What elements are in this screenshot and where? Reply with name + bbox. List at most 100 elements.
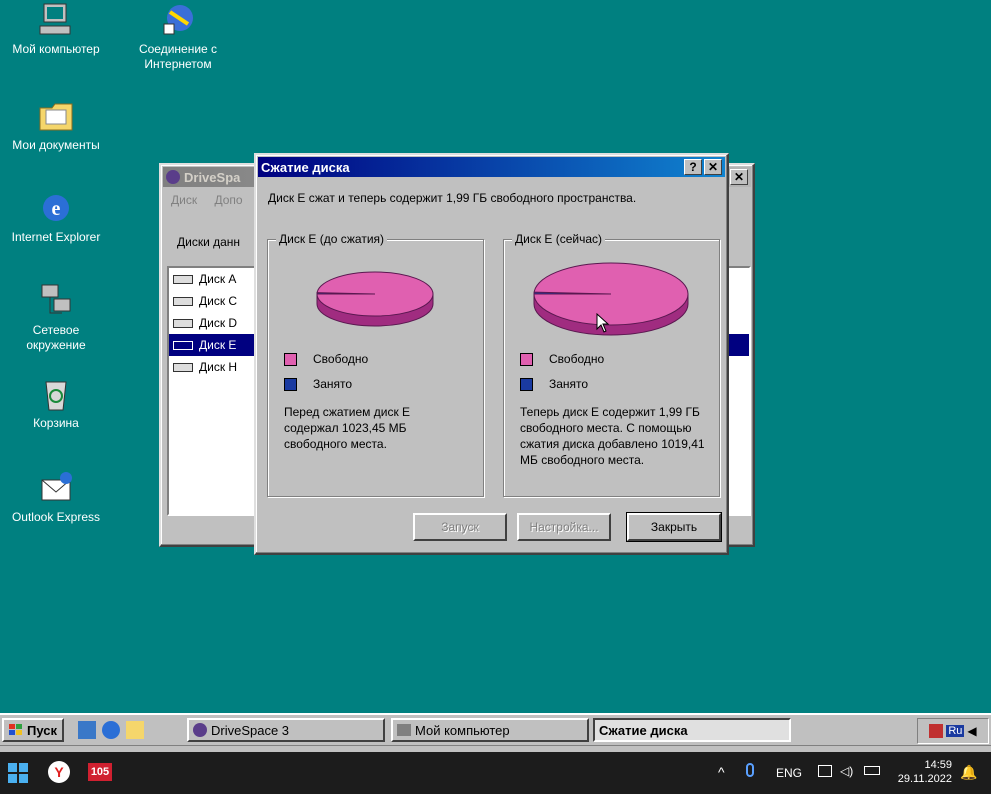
language-indicator[interactable]: Ru (946, 725, 965, 737)
desktop-icon-my-computer[interactable]: Мой компьютер (1, 2, 111, 57)
start-label: Пуск (27, 722, 57, 738)
clock-time: 14:59 (924, 759, 952, 771)
before-groupbox: Диск E (до сжатия) Свободно Занято Перед… (267, 232, 484, 497)
volume-icon[interactable]: ◀ (967, 724, 976, 738)
quick-launch (78, 721, 144, 739)
app-badge-icon[interactable]: 105 (88, 763, 112, 781)
dialog-titlebar[interactable]: Сжатие диска ? ✕ (258, 157, 725, 177)
menu-disk[interactable]: Диск (171, 193, 197, 207)
drivespace-app-icon (193, 723, 207, 737)
recycle-bin-icon (36, 376, 76, 412)
legend-free-label: Свободно (549, 352, 605, 366)
windows-start-icon[interactable] (8, 763, 28, 783)
legend-used-label: Занято (549, 377, 589, 391)
desktop-icon-label: Сетевое окружение (26, 323, 86, 352)
drive-icon (173, 362, 193, 372)
network-tray-icon[interactable] (929, 724, 944, 738)
battery-icon[interactable] (864, 766, 880, 775)
language-label[interactable]: ENG (776, 766, 802, 780)
compression-dialog: Сжатие диска ? ✕ Диск E сжат и теперь со… (254, 153, 729, 555)
host-taskbar: Y 105 ^ ENG ◁) 14:59 29.11.2022 🔔 (0, 752, 991, 794)
svg-text:e: e (52, 198, 61, 220)
internet-explorer-icon[interactable] (102, 721, 120, 739)
my-computer-icon (36, 2, 76, 38)
show-desktop-icon[interactable] (78, 721, 96, 739)
after-legend-used: Занято (520, 377, 588, 391)
after-groupbox: Диск E (сейчас) Свободно Занято Теперь д… (503, 232, 720, 497)
drivespace-menubar: Диск Допо (171, 193, 243, 207)
desktop-icon-internet-connection[interactable]: Соединение с Интернетом (123, 2, 233, 72)
windows-logo-icon (9, 724, 22, 735)
notifications-icon[interactable]: 🔔 (960, 764, 977, 781)
internet-connection-icon (158, 2, 198, 38)
desktop-icon-internet-explorer[interactable]: e Internet Explorer (1, 190, 111, 245)
drive-icon (173, 274, 193, 284)
network-icon (36, 283, 76, 319)
desktop-icon-label: Internet Explorer (11, 230, 101, 244)
after-legend-free: Свободно (520, 352, 604, 366)
start-button[interactable]: Пуск (2, 718, 64, 742)
drive-icon (173, 340, 193, 350)
task-label: Сжатие диска (599, 722, 688, 738)
my-computer-icon (397, 724, 411, 736)
used-swatch (520, 377, 533, 391)
legend-used-label: Занято (313, 377, 353, 391)
task-drivespace[interactable]: DriveSpace 3 (187, 718, 385, 742)
clock-date: 29.11.2022 (897, 773, 952, 785)
folder-icon (36, 98, 76, 134)
before-description: Перед сжатием диск E содержал 1023,45 МБ… (284, 405, 411, 451)
dialog-title: Сжатие диска (261, 159, 350, 175)
close-icon[interactable]: ✕ (704, 159, 722, 175)
settings-button[interactable]: Настройка... (517, 513, 611, 541)
menu-extra[interactable]: Допо (214, 193, 242, 207)
microphone-icon[interactable] (746, 763, 754, 777)
desktop-icon-label: Мой компьютер (12, 42, 100, 56)
run-button[interactable]: Запуск (413, 513, 507, 541)
drive-label: Диск D (199, 316, 238, 330)
drivespace-app-icon (166, 170, 180, 184)
before-legend-free: Свободно (284, 352, 368, 366)
clock[interactable]: 14:59 29.11.2022 (890, 758, 952, 786)
desktop-icon-recycle-bin[interactable]: Корзина (1, 376, 111, 431)
before-pie-chart (316, 271, 434, 327)
network-icon[interactable] (818, 765, 832, 777)
internet-explorer-icon: e (36, 190, 76, 226)
outlook-express-icon (36, 470, 76, 506)
drive-label: Диск H (199, 360, 238, 374)
desktop-icon-my-documents[interactable]: Мои документы (1, 98, 111, 153)
task-my-computer[interactable]: Мой компьютер (391, 718, 589, 742)
task-label: DriveSpace 3 (211, 722, 290, 738)
yandex-browser-icon[interactable]: Y (48, 761, 70, 783)
legend-free-label: Свободно (313, 352, 369, 366)
after-description: Теперь диск E содержит 1,99 ГБ свободног… (520, 405, 705, 467)
drive-icon (173, 296, 193, 306)
taskbar: Пуск DriveSpace 3 Мой компьютер Сжатие д… (0, 713, 991, 745)
desktop-icon-network[interactable]: Сетевое окружение (1, 283, 111, 353)
free-swatch (284, 352, 297, 366)
outlook-express-icon[interactable] (126, 721, 144, 739)
free-swatch (520, 352, 533, 366)
desktop-icon-label: Соединение с Интернетом (138, 42, 218, 71)
drive-label: Диск A (199, 272, 237, 286)
drives-list-header: Диски данн (177, 235, 241, 249)
after-pie-chart (533, 262, 689, 336)
close-button[interactable]: Закрыть (626, 512, 722, 542)
close-icon[interactable]: ✕ (730, 169, 748, 185)
drive-label: Диск C (199, 294, 238, 308)
help-icon[interactable]: ? (684, 159, 702, 175)
mouse-pointer-icon (596, 313, 610, 333)
desktop-icon-outlook-express[interactable]: Outlook Express (1, 470, 111, 525)
task-label: Мой компьютер (415, 722, 510, 738)
desktop-icon-label: Корзина (33, 416, 79, 430)
desktop-icon-label: Outlook Express (11, 510, 101, 524)
before-legend-used: Занято (284, 377, 352, 391)
desktop-icon-label: Мои документы (12, 138, 100, 152)
task-compression-dialog[interactable]: Сжатие диска (593, 718, 791, 742)
drive-label: Диск E (199, 338, 237, 352)
speaker-icon[interactable]: ◁) (840, 764, 853, 778)
dialog-summary: Диск E сжат и теперь содержит 1,99 ГБ св… (268, 191, 637, 205)
drive-icon (173, 318, 193, 328)
chevron-up-icon[interactable]: ^ (718, 764, 725, 780)
after-label: Диск E (сейчас) (512, 232, 606, 246)
before-label: Диск E (до сжатия) (276, 232, 388, 246)
